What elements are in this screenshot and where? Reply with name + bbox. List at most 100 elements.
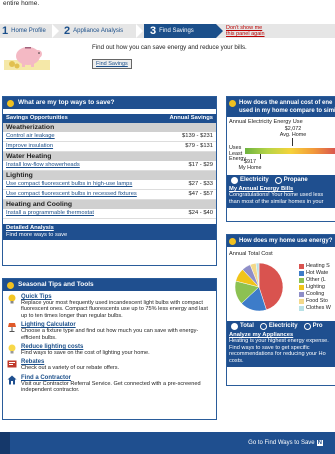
legend-swatch — [299, 271, 304, 276]
radio-electricity[interactable]: Electricity — [259, 322, 298, 330]
legend-label: Hot Wate — [306, 270, 329, 276]
savings-value: $27 - $33 — [188, 181, 214, 187]
tip-item: Lighting Calculator Choose a fixture typ… — [7, 322, 212, 341]
step-number: 2 — [64, 25, 71, 37]
fuel-type-radio-group: Electricity Propane — [227, 175, 335, 185]
footer-left-strip — [0, 432, 10, 454]
savings-link[interactable]: Install a programmable thermostat — [6, 209, 94, 218]
savings-link[interactable]: Improve insulation — [6, 142, 53, 151]
go-to-find-ways-link[interactable]: Go to Find Ways to Save N — [248, 440, 323, 446]
find-savings-button[interactable]: Find Savings — [92, 59, 132, 69]
house-icon — [229, 238, 236, 245]
tip-description: Check out a variety of our rebate offers… — [21, 365, 120, 372]
lightbulb-icon — [7, 281, 14, 289]
legend-item: Clothes W — [299, 305, 331, 312]
next-button[interactable]: N — [316, 440, 323, 446]
dont-show-panel-link[interactable]: Don't show me this panel again — [226, 25, 265, 37]
table-row: Control air leakage $139 - $231 — [3, 132, 216, 142]
lightbulb-icon — [8, 344, 16, 354]
step-separator-arrow — [136, 24, 143, 38]
top-ways-header: What are my top ways to save? — [3, 97, 216, 109]
step-home-profile[interactable]: 1 Home Profile — [0, 24, 52, 38]
table-row: Use compact fluorescent bulbs in high-us… — [3, 180, 216, 190]
radio-propane[interactable]: Propane — [274, 176, 308, 184]
legend-label: Other (L — [306, 277, 326, 283]
my-home-label: My Home — [238, 165, 262, 171]
top-ways-title: What are my top ways to save? — [18, 99, 115, 106]
tips-title: Seasonal Tips and Tools — [18, 281, 94, 288]
savings-link[interactable]: Use compact fluorescent bulbs in recesse… — [6, 190, 137, 199]
radio-label: Electricity — [268, 323, 298, 329]
avg-home-marker: $2,072 Avg. Home — [275, 126, 311, 138]
step-number: 1 — [2, 25, 9, 37]
seasonal-tips-panel: Seasonal Tips and Tools Quick Tips Repla… — [2, 278, 217, 420]
piggy-bank-icon — [4, 47, 50, 70]
legend-swatch — [299, 285, 304, 290]
compare-note: Congratulations! Your home used less tha… — [229, 192, 324, 205]
go-to-label: Go to Find Ways to Save — [248, 440, 315, 446]
compare-header: How does the annual cost of ene used in … — [227, 97, 335, 117]
column-header-annual-savings: Annual Savings — [169, 115, 214, 121]
tip-item: Quick Tips Replace your most frequently … — [7, 294, 212, 319]
detailed-analysis-link[interactable]: Detailed Analysis — [6, 225, 213, 232]
house-icon — [7, 375, 17, 385]
tips-header: Seasonal Tips and Tools — [3, 279, 216, 291]
lamp-icon — [8, 323, 16, 333]
radio-propane[interactable]: Pro — [303, 322, 323, 330]
detailed-analysis-box[interactable]: Detailed Analysis Find more ways to save — [3, 224, 216, 240]
radio-label: Propane — [283, 177, 308, 183]
energy-usage-chart: Heating S Hot Wate Other (L Lighting Cooling… — [227, 257, 335, 321]
radio-total[interactable]: Total — [231, 322, 254, 330]
usage-chart-label: Annual Total Cost — [229, 251, 273, 257]
usage-radio-group: Total Electricity Pro — [227, 321, 335, 331]
dont-show-line2: this panel again — [226, 31, 265, 37]
radio-selected-icon — [231, 322, 238, 330]
table-row: Install low-flow showerheads $17 - $29 — [3, 161, 216, 171]
legend-label: Clothes W — [306, 305, 331, 311]
savings-value: $79 - $131 — [185, 143, 213, 149]
radio-unselected-icon — [259, 322, 267, 330]
usage-legend: Heating S Hot Wate Other (L Lighting Cooling… — [299, 263, 331, 312]
radio-label: Electricity — [240, 177, 269, 183]
usage-pie-chart — [234, 262, 284, 312]
savings-link[interactable]: Control air leakage — [6, 132, 55, 141]
legend-label: Cooling — [306, 291, 325, 297]
info-icon — [7, 99, 14, 107]
legend-item: Heating S — [299, 263, 331, 270]
step-number: 3 — [150, 25, 157, 37]
legend-label: Lighting — [306, 284, 325, 290]
savings-table-header: Savings Opportunities Annual Savings — [3, 113, 216, 123]
savings-value: $139 - $231 — [182, 133, 213, 139]
radio-label: Total — [240, 323, 254, 329]
radio-unselected-icon — [303, 322, 311, 330]
savings-value: $47 - $57 — [188, 191, 214, 197]
intro-fragment-text: entire home. — [3, 0, 40, 7]
step-find-savings[interactable]: 3 Find Savings — [144, 24, 216, 38]
savings-value: $24 - $40 — [188, 210, 214, 216]
detailed-analysis-subtext: Find more ways to save — [6, 232, 68, 238]
legend-swatch — [299, 264, 304, 269]
usage-note: Heating is your highest energy expense. … — [229, 338, 329, 364]
bulb-icon — [8, 294, 16, 304]
category-heating-cooling: Heating and Cooling — [3, 200, 216, 209]
savings-link[interactable]: Use compact fluorescent bulbs in high-us… — [6, 180, 132, 189]
step-separator-arrow — [52, 24, 59, 38]
legend-item: Lighting — [299, 284, 331, 291]
my-home-marker: $917 My Home — [237, 159, 263, 171]
legend-item: Other (L — [299, 277, 331, 284]
usage-header: How does my home use energy? — [227, 235, 335, 247]
savings-value: $17 - $29 — [188, 162, 214, 168]
compare-footer: My Annual Energy Bills Congratulations! … — [227, 185, 335, 209]
radio-selected-icon — [231, 176, 238, 184]
legend-label: Food Sto — [306, 298, 328, 304]
legend-item: Cooling — [299, 291, 331, 298]
category-lighting: Lighting — [3, 171, 216, 180]
step-appliance-analysis[interactable]: 2 Appliance Analysis — [64, 24, 140, 38]
compare-icon — [229, 100, 236, 107]
savings-link[interactable]: Install low-flow showerheads — [6, 161, 80, 170]
energy-usage-panel: How does my home use energy? Annual Tota… — [226, 234, 335, 386]
radio-electricity[interactable]: Electricity — [231, 176, 269, 184]
tip-description: Visit our Contractor Referral Service. G… — [21, 380, 201, 394]
tip-item: Find a Contractor Visit our Contractor R… — [7, 375, 212, 394]
tip-description: Find ways to save on the cost of lightin… — [21, 350, 150, 357]
